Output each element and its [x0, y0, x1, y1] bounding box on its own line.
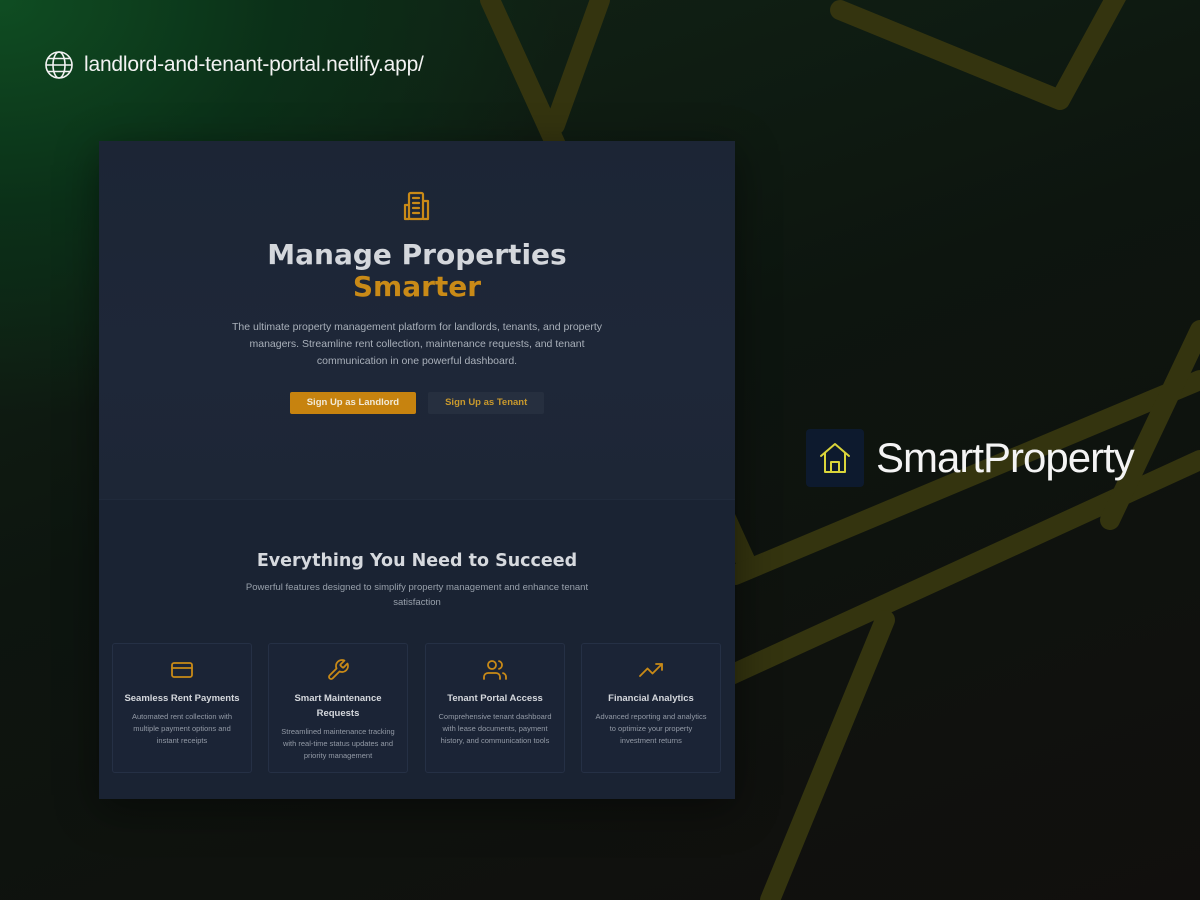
building-icon — [403, 191, 430, 221]
feature-card-financial-analytics: Financial Analytics Advanced reporting a… — [581, 643, 721, 773]
url-bar[interactable]: landlord-and-tenant-portal.netlify.app/ — [44, 50, 424, 80]
hero-buttons: Sign Up as Landlord Sign Up as Tenant — [289, 392, 545, 414]
feature-card-title: Financial Analytics — [608, 693, 694, 704]
feature-card-title: Tenant Portal Access — [447, 693, 543, 704]
features-section: Everything You Need to Succeed Powerful … — [99, 499, 735, 799]
hero-title-accent: Smarter — [352, 270, 482, 303]
feature-card-rent-payments: Seamless Rent Payments Automated rent co… — [112, 643, 252, 773]
hero-section: Manage Properties Smarter The ultimate p… — [99, 141, 735, 499]
website-preview: Manage Properties Smarter The ultimate p… — [99, 141, 735, 799]
url-text[interactable]: landlord-and-tenant-portal.netlify.app/ — [84, 53, 424, 77]
brand-name: SmartProperty — [876, 434, 1135, 481]
hero-description: The ultimate property management platfor… — [231, 321, 603, 367]
features-title: Everything You Need to Succeed — [256, 551, 578, 571]
trending-up-icon — [639, 663, 663, 677]
users-icon — [483, 660, 507, 680]
sign-up-landlord-button[interactable]: Sign Up as Landlord — [289, 392, 417, 414]
feature-card-title: Smart Maintenance Requests — [294, 693, 382, 719]
feature-card-description: Automated rent collection with multiple … — [131, 712, 233, 745]
globe-icon — [45, 51, 73, 79]
hero-title: Manage Properties — [267, 238, 567, 271]
wrench-icon — [328, 659, 349, 680]
feature-card-description: Advanced reporting and analytics to opti… — [595, 712, 707, 745]
feature-card-title: Seamless Rent Payments — [124, 693, 240, 704]
house-icon — [820, 443, 850, 473]
feature-card-description: Streamlined maintenance tracking with re… — [281, 727, 395, 760]
feature-card-description: Comprehensive tenant dashboard with leas… — [438, 712, 552, 745]
feature-cards: Seamless Rent Payments Automated rent co… — [112, 643, 722, 773]
credit-card-icon — [171, 662, 193, 678]
features-subtitle: Powerful features designed to simplify p… — [245, 582, 589, 608]
feature-card-tenant-portal: Tenant Portal Access Comprehensive tenan… — [425, 643, 565, 773]
feature-card-maintenance: Smart Maintenance Requests Streamlined m… — [268, 643, 408, 773]
brand-logo: SmartProperty — [806, 429, 1135, 487]
sign-up-tenant-button[interactable]: Sign Up as Tenant — [428, 392, 545, 414]
brand-icon-box — [806, 429, 864, 487]
